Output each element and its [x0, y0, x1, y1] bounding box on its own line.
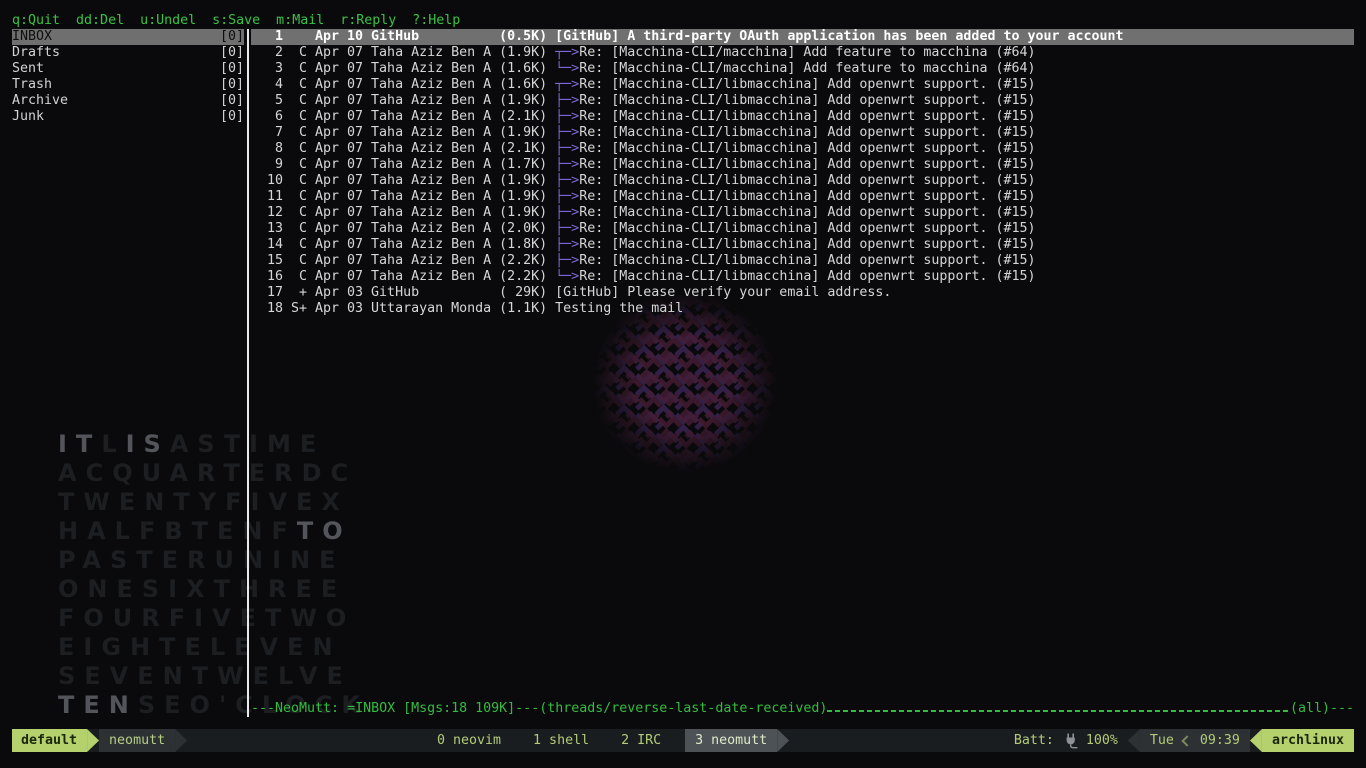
mail-row[interactable]: 6CApr 07Taha Aziz Ben A(2.1K)├─>Re: [Mac… [251, 109, 1354, 125]
mail-row[interactable]: 8CApr 07Taha Aziz Ben A(2.1K)├─>Re: [Mac… [251, 141, 1354, 157]
sidebar-item-junk[interactable]: Junk[0] [12, 109, 244, 125]
sidebar-item-drafts[interactable]: Drafts[0] [12, 45, 244, 61]
mail-row[interactable]: 10CApr 07Taha Aziz Ben A(1.9K)├─>Re: [Ma… [251, 173, 1354, 189]
mail-row[interactable]: 16CApr 07Taha Aziz Ben A(2.2K)└─>Re: [Ma… [251, 269, 1354, 285]
unread-count: [0] [220, 77, 244, 93]
tmux-clock: Tue 09:39 [1140, 729, 1250, 752]
chevron-left-icon [1181, 735, 1192, 746]
mail-row[interactable]: 13CApr 07Taha Aziz Ben A(2.0K)├─>Re: [Ma… [251, 221, 1354, 237]
tmux-status-bar: default neomutt 0 neovim 1 shell 2 IRC 3… [12, 729, 1354, 752]
thread-tree: ├─> [555, 253, 579, 269]
mail-row[interactable]: 17+Apr 03GitHub( 29K)[GitHub] Please ver… [251, 285, 1354, 301]
mail-row[interactable]: 11CApr 07Taha Aziz Ben A(1.9K)├─>Re: [Ma… [251, 189, 1354, 205]
battery-percent: 100% [1086, 729, 1118, 752]
unread-count: [0] [220, 61, 244, 77]
thread-tree: ├─> [555, 173, 579, 189]
unread-count: [0] [220, 93, 244, 109]
sidebar-item-inbox[interactable]: INBOX[0] [12, 29, 244, 45]
tmux-window-active[interactable]: 3 neomutt [673, 729, 789, 752]
thread-tree: ├─> [555, 189, 579, 205]
tmux-session[interactable]: default [12, 729, 87, 752]
day-label: Tue [1150, 729, 1174, 752]
unread-count: [0] [220, 29, 244, 45]
thread-tree: ├─> [555, 205, 579, 221]
mail-row[interactable]: 2CApr 07Taha Aziz Ben A(1.9K)┬─>Re: [Mac… [251, 45, 1354, 61]
time-label: 09:39 [1200, 729, 1240, 752]
mail-index: 1Apr 10GitHub(0.5K)[GitHub] A third-part… [249, 29, 1354, 717]
thread-tree: └─> [555, 269, 579, 285]
mail-row[interactable]: 5CApr 07Taha Aziz Ben A(1.9K)├─>Re: [Mac… [251, 93, 1354, 109]
thread-tree: ├─> [555, 93, 579, 109]
powerline-arrow [175, 729, 187, 752]
powerline-arrow [673, 729, 685, 752]
mail-row[interactable]: 12CApr 07Taha Aziz Ben A(1.9K)├─>Re: [Ma… [251, 205, 1354, 221]
mailbox-sidebar: INBOX[0] Drafts[0] Sent[0] Trash[0] Arch… [12, 29, 244, 717]
help-bar: q:Quit dd:Del u:Undel s:Save m:Mail r:Re… [12, 13, 1354, 29]
thread-tree: └─> [555, 61, 579, 77]
mail-row[interactable]: 1Apr 10GitHub(0.5K)[GitHub] A third-part… [251, 29, 1354, 45]
status-fill [827, 710, 1290, 712]
status-left: ---NeoMutt: =INBOX [Msgs:18 109K]---(thr… [251, 701, 827, 717]
thread-tree: ├─> [555, 221, 579, 237]
tmux-pane-title: neomutt [99, 729, 175, 752]
mail-row[interactable]: 7CApr 07Taha Aziz Ben A(1.9K)├─>Re: [Mac… [251, 125, 1354, 141]
thread-tree: ├─> [555, 109, 579, 125]
tmux-window-list: 0 neovim 1 shell 2 IRC 3 neomutt [437, 729, 789, 752]
mail-row[interactable]: 14CApr 07Taha Aziz Ben A(1.8K)├─>Re: [Ma… [251, 237, 1354, 253]
thread-tree: ├─> [555, 157, 579, 173]
mail-row[interactable]: 18S+Apr 03Uttarayan Monda(1.1K)Testing t… [251, 301, 1354, 317]
mail-row[interactable]: 4CApr 07Taha Aziz Ben A(1.6K)┬─>Re: [Mac… [251, 77, 1354, 93]
status-right: (all)--- [1290, 701, 1354, 717]
hostname-badge: archlinux [1262, 729, 1354, 752]
powerline-arrow [87, 729, 99, 752]
battery-label: Batt: [1014, 729, 1054, 752]
thread-tree: ┬─> [555, 77, 579, 93]
unread-count: [0] [220, 45, 244, 61]
power-plug-icon [1064, 729, 1078, 752]
thread-tree: ┬─> [555, 45, 579, 61]
sidebar-item-sent[interactable]: Sent[0] [12, 61, 244, 77]
sidebar-item-trash[interactable]: Trash[0] [12, 77, 244, 93]
sidebar-item-archive[interactable]: Archive[0] [12, 93, 244, 109]
tmux-window-neovim[interactable]: 0 neovim [437, 729, 501, 752]
mail-row[interactable]: 3CApr 07Taha Aziz Ben A(1.6K)└─>Re: [Mac… [251, 61, 1354, 77]
powerline-arrow [1250, 729, 1262, 752]
neomutt-window: q:Quit dd:Del u:Undel s:Save m:Mail r:Re… [12, 13, 1354, 717]
powerline-arrow [1128, 729, 1140, 752]
thread-tree: ├─> [555, 125, 579, 141]
powerline-arrow [777, 729, 789, 752]
thread-tree: ├─> [555, 237, 579, 253]
tmux-right-status: Batt: 100% Tue 09:39 archlinux [1014, 729, 1354, 752]
tmux-window-shell[interactable]: 1 shell [533, 729, 589, 752]
tmux-window-irc[interactable]: 2 IRC [621, 729, 661, 752]
mail-row[interactable]: 15CApr 07Taha Aziz Ben A(2.2K)├─>Re: [Ma… [251, 253, 1354, 269]
status-line: ---NeoMutt: =INBOX [Msgs:18 109K]---(thr… [251, 701, 1354, 717]
mail-row[interactable]: 9CApr 07Taha Aziz Ben A(1.7K)├─>Re: [Mac… [251, 157, 1354, 173]
thread-tree: ├─> [555, 141, 579, 157]
desktop: ITLISASTIME ACQUARTERDC TWENTYFIVEX HALF… [0, 0, 1366, 768]
unread-count: [0] [220, 109, 244, 125]
